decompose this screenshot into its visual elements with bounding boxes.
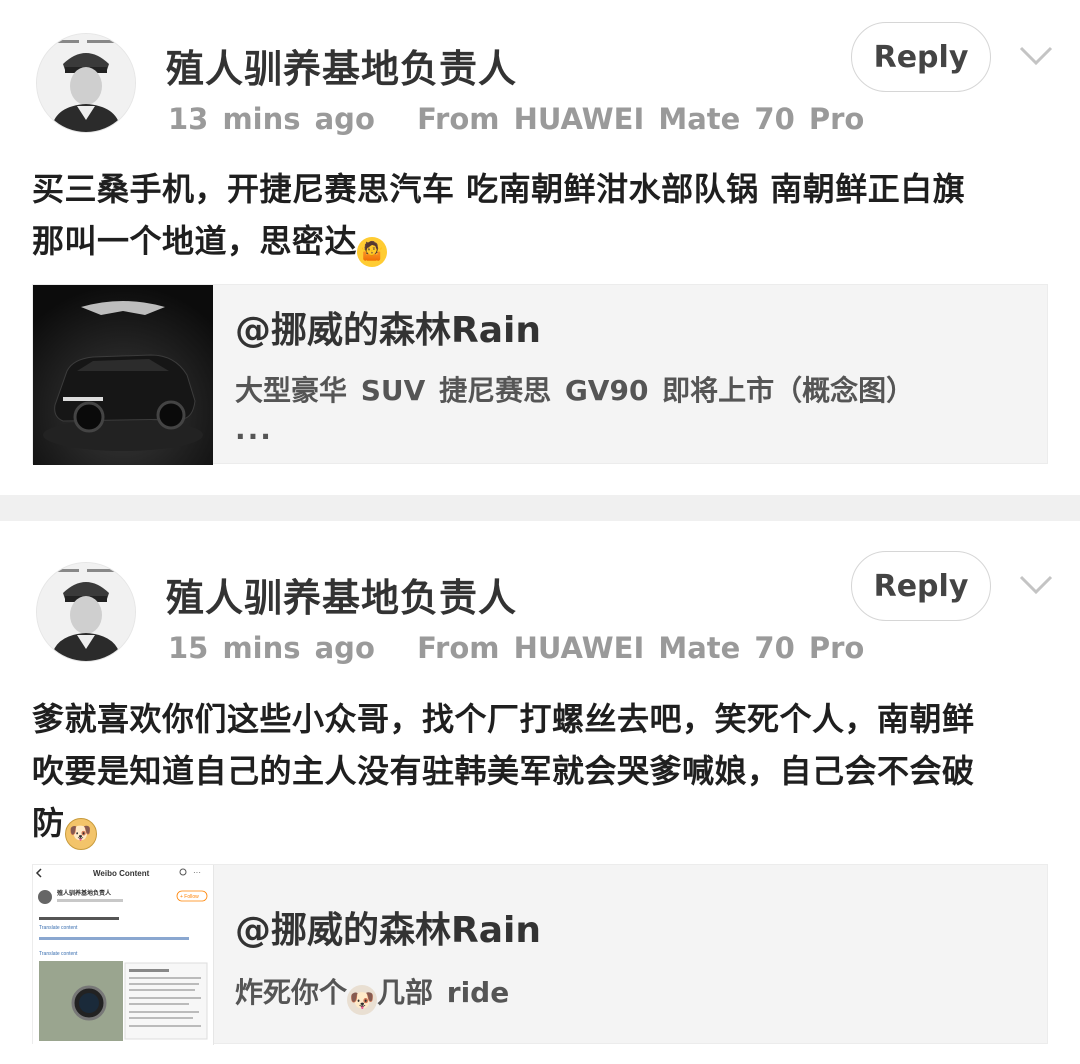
card-subtitle: 炸死你个 🐶几部 ride bbox=[235, 971, 509, 1015]
section-separator bbox=[0, 495, 1080, 521]
post-meta: 15 mins ago From HUAWEI Mate 70 Pro bbox=[168, 631, 864, 665]
shrug-emoji-icon: 🤷 bbox=[357, 237, 388, 267]
comment-text: 买三桑手机，开捷尼赛思汽车 吃南朝鲜泔水部队锅 南朝鲜正白旗 那叫一个地道，思密… bbox=[32, 163, 1042, 267]
username[interactable]: 殖人驯养基地负责人 bbox=[166, 38, 517, 93]
chevron-down-icon[interactable] bbox=[1018, 573, 1054, 597]
card-ellipsis: ... bbox=[235, 413, 273, 446]
linked-post-card[interactable]: Weibo Content ··· 殖人驯养基地负责人 + Follow Tra… bbox=[32, 864, 1048, 1045]
car-thumbnail bbox=[33, 285, 213, 465]
comment-1: 殖人驯养基地负责人 13 mins ago From HUAWEI Mate 7… bbox=[0, 0, 1080, 495]
card-title: @挪威的森林Rain bbox=[235, 310, 541, 351]
thumb-header-text: Weibo Content bbox=[93, 869, 150, 878]
thumb-translate: Translate content bbox=[39, 925, 78, 931]
comment-text-line: 买三桑手机，开捷尼赛思汽车 吃南朝鲜泔水部队锅 南朝鲜正白旗 bbox=[32, 170, 966, 208]
screenshot-thumbnail: Weibo Content ··· 殖人驯养基地负责人 + Follow Tra… bbox=[33, 865, 214, 1045]
chevron-down-icon[interactable] bbox=[1018, 44, 1054, 68]
comment-text: 爹就喜欢你们这些小众哥，找个厂打螺丝去吧，笑死个人，南朝鲜 吹要是知道自己的主人… bbox=[32, 693, 1042, 850]
username[interactable]: 殖人驯养基地负责人 bbox=[166, 567, 517, 622]
reply-button[interactable]: Reply bbox=[851, 551, 991, 621]
reply-button[interactable]: Reply bbox=[851, 22, 991, 92]
linked-post-card[interactable]: @挪威的森林Rain 大型豪华 SUV 捷尼赛思 GV90 即将上市（概念图） … bbox=[32, 284, 1048, 465]
doge-emoji-icon: 🐶 bbox=[64, 818, 97, 850]
avatar[interactable] bbox=[36, 562, 136, 662]
comment-text-line: 吹要是知道自己的主人没有驻韩美军就会哭爹喊娘，自己会不会破 bbox=[32, 752, 975, 790]
card-title: @挪威的森林Rain bbox=[235, 910, 541, 951]
timestamp: 13 mins ago bbox=[168, 102, 375, 136]
screenshot-image-icon: Weibo Content ··· 殖人驯养基地负责人 + Follow Tra… bbox=[33, 865, 213, 1045]
device-source: From HUAWEI Mate 70 Pro bbox=[417, 631, 865, 665]
timestamp: 15 mins ago bbox=[168, 631, 375, 665]
comment-text-line: 防 🐶 bbox=[32, 797, 1042, 850]
svg-text:Translate content: Translate content bbox=[39, 951, 78, 957]
card-subtitle: 大型豪华 SUV 捷尼赛思 GV90 即将上市（概念图） bbox=[235, 374, 915, 407]
dog-face-emoji-icon: 🐶 bbox=[347, 985, 378, 1015]
comment-text-line: 爹就喜欢你们这些小众哥，找个厂打螺丝去吧，笑死个人，南朝鲜 bbox=[32, 700, 975, 738]
post-meta: 13 mins ago From HUAWEI Mate 70 Pro bbox=[168, 102, 864, 136]
avatar-portrait-icon bbox=[37, 563, 135, 661]
avatar-portrait-icon bbox=[37, 34, 135, 132]
comment-text-line: 那叫一个地道，思密达 🤷 bbox=[32, 215, 1042, 267]
thumb-username: 殖人驯养基地负责人 bbox=[56, 889, 112, 897]
svg-text:···: ··· bbox=[193, 868, 201, 877]
car-image-icon bbox=[33, 285, 213, 465]
thumb-follow: + Follow bbox=[180, 894, 199, 900]
avatar[interactable] bbox=[36, 33, 136, 133]
comment-2: 殖人驯养基地负责人 15 mins ago From HUAWEI Mate 7… bbox=[0, 521, 1080, 1064]
device-source: From HUAWEI Mate 70 Pro bbox=[417, 102, 865, 136]
